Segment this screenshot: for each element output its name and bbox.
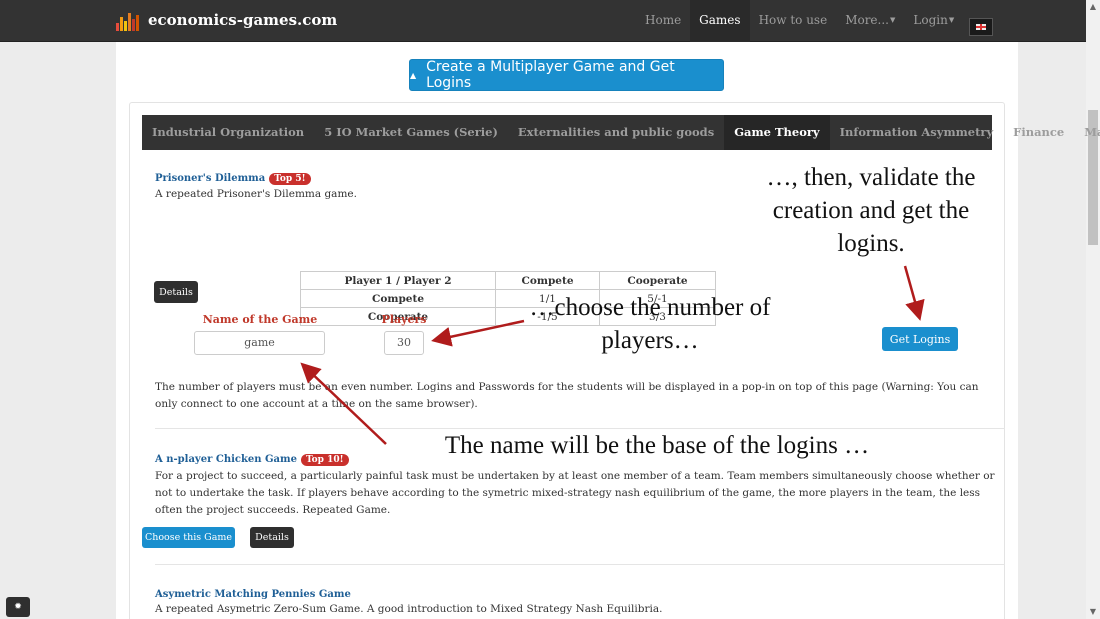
category-tabs: Industrial Organization 5 IO Market Game… (142, 115, 1100, 150)
bug-report-icon[interactable]: ✹ (6, 597, 30, 617)
tab-game-theory[interactable]: Game Theory (724, 115, 830, 150)
game-title[interactable]: Asymetric Matching Pennies Game (155, 589, 351, 600)
divider (155, 564, 1005, 565)
game-matching-pennies: Asymetric Matching Pennies Game (155, 582, 351, 601)
details-button[interactable]: Details (154, 281, 198, 303)
table-header: Cooperate (599, 271, 716, 290)
create-game-button[interactable]: ▲ Create a Multiplayer Game and Get Logi… (409, 59, 724, 91)
nav-login[interactable]: Login▼ (904, 0, 963, 42)
scroll-up-icon[interactable]: ▲ (1086, 0, 1100, 14)
game-description: A repeated Prisoner's Dilemma game. (155, 188, 357, 200)
table-header: Compete (495, 271, 600, 290)
table-row-label: Compete (300, 289, 496, 308)
create-game-label: Create a Multiplayer Game and Get Logins (426, 59, 675, 91)
nav-more[interactable]: More...▼ (836, 0, 904, 42)
tab-finance[interactable]: Finance (1003, 115, 1074, 150)
details-button[interactable]: Details (250, 527, 294, 548)
tab-industrial-organization[interactable]: Industrial Organization (142, 115, 314, 150)
status-badge: Top 10! (300, 454, 349, 466)
players-input[interactable]: 30 (384, 331, 424, 355)
game-title[interactable]: Prisoner's Dilemma (155, 173, 265, 184)
get-logins-button[interactable]: Get Logins (882, 327, 958, 351)
annotation-players: …choose the number of players… (529, 294, 771, 354)
top-navbar: economics-games.com Home Games How to us… (0, 0, 1086, 42)
table-header-row: Player 1 / Player 2 Compete Cooperate (300, 271, 716, 290)
tab-io-market-games[interactable]: 5 IO Market Games (Serie) (314, 115, 508, 150)
nav-home[interactable]: Home (636, 0, 690, 42)
status-badge: Top 5! (269, 173, 311, 185)
annotation-name: The name will be the base of the logins … (444, 432, 870, 459)
nav-login-label: Login (913, 13, 948, 27)
game-chicken: A n-player Chicken Game Top 10! (155, 447, 349, 466)
annotation-validate: …, then, validate the creation and get t… (766, 164, 976, 257)
brand-logo-icon (116, 9, 142, 31)
game-description: For a project to succeed, a particularly… (155, 470, 995, 516)
tab-information-asymmetry[interactable]: Information Asymmetry (830, 115, 1004, 150)
choose-game-button[interactable]: Choose this Game (142, 527, 235, 548)
players-label: Players (381, 313, 427, 326)
caret-down-icon: ▼ (948, 16, 955, 24)
game-title[interactable]: A n-player Chicken Game (155, 454, 297, 465)
scroll-down-icon[interactable]: ▼ (1086, 605, 1100, 619)
game-name-label: Name of the Game (202, 313, 318, 326)
caret-down-icon: ▼ (889, 16, 896, 24)
uk-flag-icon[interactable] (969, 18, 994, 36)
game-description: A repeated Asymetric Zero-Sum Game. A go… (155, 603, 663, 615)
nav-how-to-use[interactable]: How to use (750, 0, 837, 42)
main-nav: Home Games How to use More...▼ Login▼ (636, 0, 994, 42)
tab-macro[interactable]: Macro (1074, 115, 1100, 150)
players-note: The number of players must be an even nu… (155, 381, 979, 410)
table-header: Player 1 / Player 2 (300, 271, 496, 290)
tab-externalities[interactable]: Externalities and public goods (508, 115, 724, 150)
vertical-scrollbar[interactable]: ▲ ▼ (1086, 0, 1100, 619)
caret-up-icon: ▲ (410, 70, 417, 80)
game-name-input[interactable]: game (194, 331, 325, 355)
brand-link[interactable]: economics-games.com (116, 9, 337, 31)
game-prisoners-dilemma: Prisoner's Dilemma Top 5! (155, 166, 311, 185)
nav-more-label: More... (845, 13, 889, 27)
brand-name: economics-games.com (148, 11, 338, 29)
nav-games[interactable]: Games (690, 0, 750, 42)
